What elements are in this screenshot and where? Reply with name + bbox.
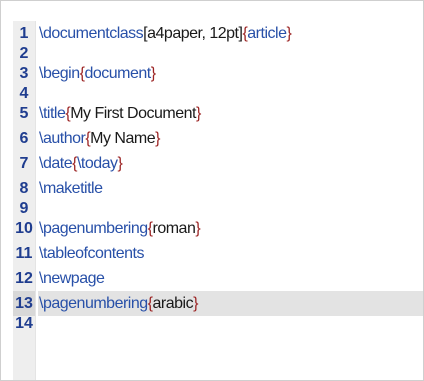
latex-command: \title bbox=[39, 105, 66, 122]
command-argument: roman bbox=[152, 220, 196, 237]
code-line-7[interactable]: 7 \date{\today} bbox=[13, 151, 423, 176]
command-argument: My Name bbox=[90, 130, 156, 147]
line-number: 3 bbox=[19, 65, 29, 82]
line-content[interactable] bbox=[38, 201, 423, 216]
code-line-12[interactable]: 12 \newpage bbox=[13, 266, 423, 291]
line-number: 13 bbox=[13, 291, 35, 316]
command-options: [a4paper, 12pt] bbox=[143, 25, 243, 42]
latex-command: \pagenumbering bbox=[39, 220, 148, 237]
line-number: 8 bbox=[19, 180, 29, 197]
line-content[interactable]: \pagenumbering{arabic} bbox=[38, 291, 423, 316]
command-argument: document bbox=[84, 65, 151, 82]
close-brace: } bbox=[117, 155, 123, 172]
close-brace: } bbox=[195, 105, 201, 122]
code-line-3[interactable]: 3 \begin{document} bbox=[13, 61, 423, 86]
code-line-5[interactable]: 5 \title{My First Document} bbox=[13, 101, 423, 126]
line-content[interactable]: \tableofcontents bbox=[38, 241, 423, 266]
code-line-2[interactable]: 2 bbox=[13, 45, 423, 62]
close-brace: } bbox=[155, 130, 160, 147]
line-content[interactable] bbox=[38, 86, 423, 101]
line-number: 5 bbox=[19, 105, 29, 122]
code-line-6[interactable]: 6 \author{My Name} bbox=[13, 126, 423, 151]
close-brace: } bbox=[150, 65, 156, 82]
latex-command: \newpage bbox=[39, 270, 105, 287]
line-content[interactable]: \newpage bbox=[38, 266, 423, 291]
latex-command: \author bbox=[39, 130, 86, 147]
line-content[interactable]: \documentclass[a4paper, 12pt]{article} bbox=[38, 21, 423, 46]
line-number: 12 bbox=[15, 270, 33, 287]
line-content[interactable] bbox=[38, 316, 423, 331]
line-content[interactable]: \title{My First Document} bbox=[38, 101, 423, 126]
line-number: 1 bbox=[19, 25, 29, 42]
latex-command: \begin bbox=[39, 65, 80, 82]
close-brace: } bbox=[286, 25, 292, 42]
line-content[interactable]: \pagenumbering{roman} bbox=[38, 216, 423, 241]
line-number: 4 bbox=[19, 85, 29, 102]
command-argument: My First Document bbox=[70, 105, 196, 122]
command-argument: article bbox=[247, 25, 287, 42]
command-argument: arabic bbox=[152, 295, 194, 312]
line-content[interactable]: \author{My Name} bbox=[38, 126, 423, 151]
latex-command: \tableofcontents bbox=[39, 245, 144, 262]
line-number: 11 bbox=[15, 245, 33, 262]
code-line-8[interactable]: 8 \maketitle bbox=[13, 176, 423, 201]
line-content[interactable]: \begin{document} bbox=[38, 61, 423, 86]
command-argument: \today bbox=[76, 155, 118, 172]
code-lines[interactable]: 1 \documentclass[a4paper, 12pt]{article}… bbox=[13, 21, 423, 332]
line-content[interactable]: \date{\today} bbox=[38, 151, 423, 176]
close-brace: } bbox=[195, 220, 201, 237]
line-number: 10 bbox=[15, 220, 33, 237]
line-number: 7 bbox=[19, 155, 29, 172]
code-line-13-current[interactable]: 13 \pagenumbering{arabic} bbox=[13, 291, 423, 316]
line-content[interactable] bbox=[38, 46, 423, 61]
line-number: 14 bbox=[15, 315, 33, 332]
code-line-14[interactable]: 14 bbox=[13, 315, 423, 332]
line-number: 6 bbox=[19, 130, 29, 147]
latex-command: \date bbox=[39, 155, 73, 172]
code-line-9[interactable]: 9 bbox=[13, 200, 423, 217]
latex-command: \documentclass bbox=[39, 25, 144, 42]
code-line-11[interactable]: 11 \tableofcontents bbox=[13, 241, 423, 266]
line-number: 2 bbox=[19, 45, 29, 62]
line-content[interactable]: \maketitle bbox=[38, 176, 423, 201]
code-line-10[interactable]: 10 \pagenumbering{roman} bbox=[13, 216, 423, 241]
latex-command: \maketitle bbox=[39, 180, 103, 197]
code-editor[interactable]: 1 \documentclass[a4paper, 12pt]{article}… bbox=[0, 0, 424, 381]
line-number: 9 bbox=[19, 200, 29, 217]
latex-command: \pagenumbering bbox=[39, 295, 148, 312]
code-line-4[interactable]: 4 bbox=[13, 85, 423, 102]
code-line-1[interactable]: 1 \documentclass[a4paper, 12pt]{article} bbox=[13, 21, 423, 46]
close-brace: } bbox=[193, 295, 198, 312]
